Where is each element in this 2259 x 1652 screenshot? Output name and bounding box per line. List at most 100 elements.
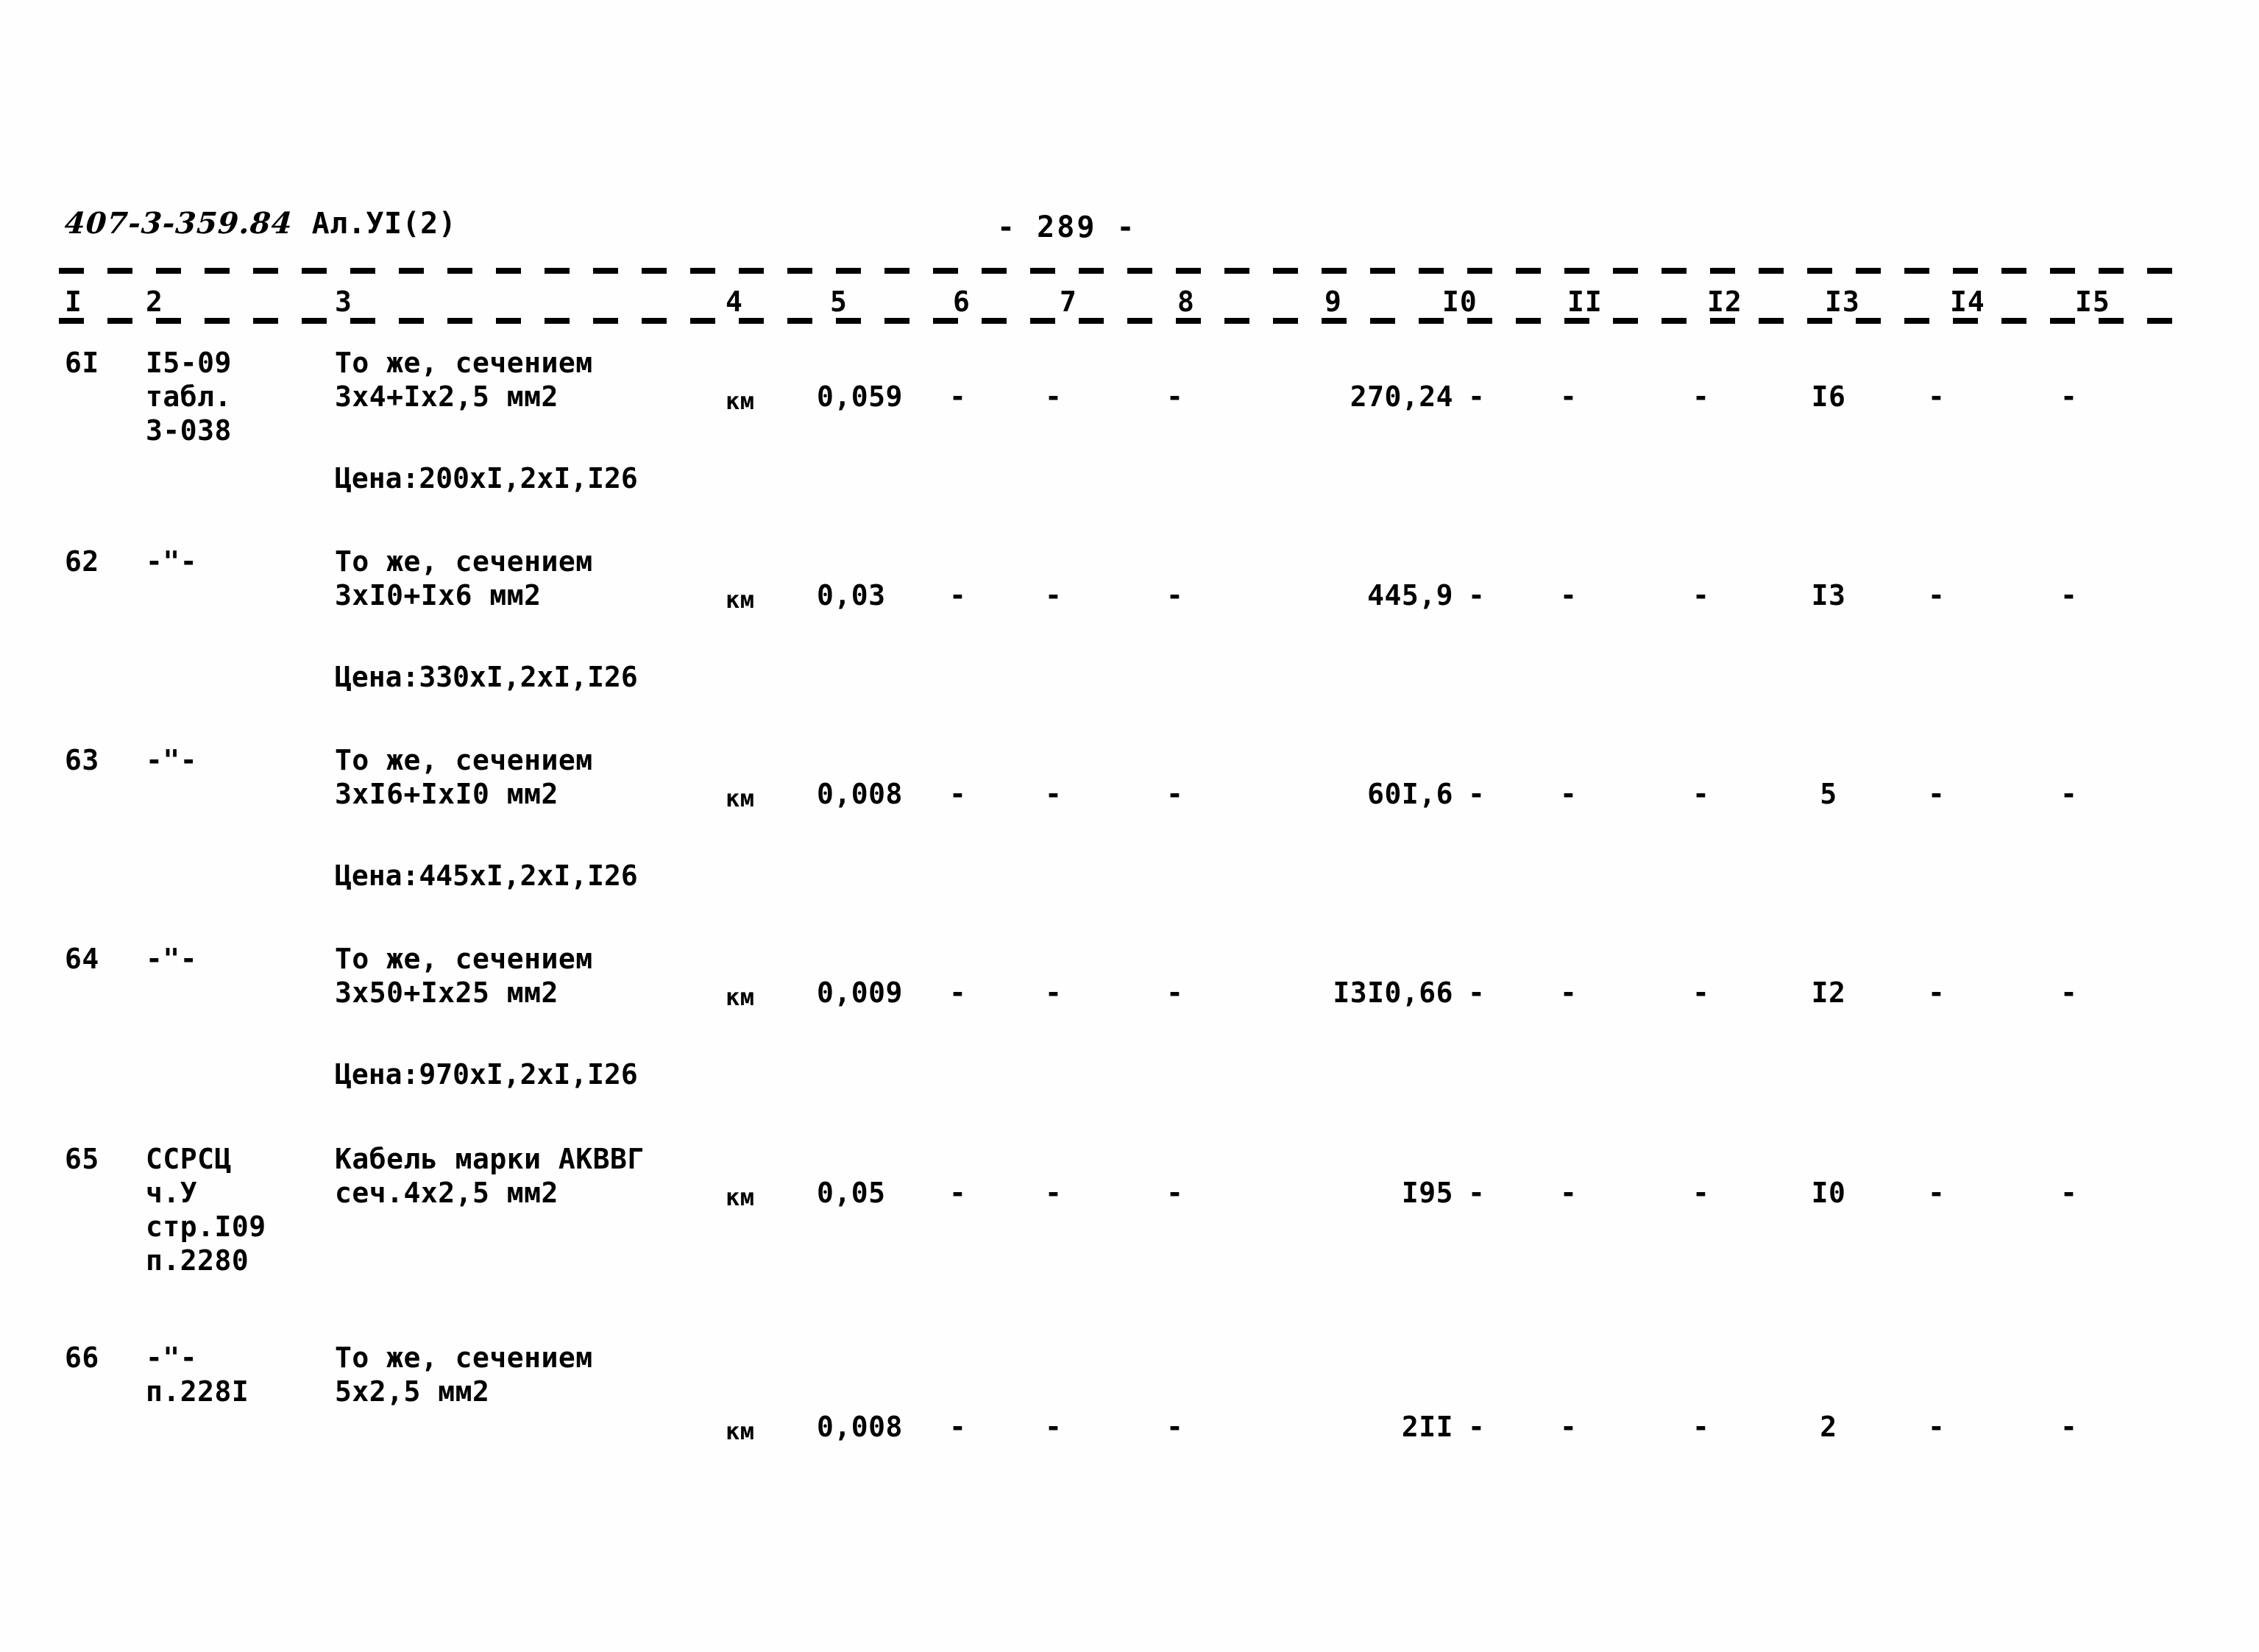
document-page: 407-3-359.84 Ал.УI(2) - 289 - I 2 3 4 5 … bbox=[0, 0, 2259, 1652]
row-source-ref-line-3: стр.I09 bbox=[146, 1210, 266, 1243]
row-description-line-2: 3хI6+IхI0 мм2 bbox=[335, 778, 558, 810]
row-price: 60I,6 bbox=[1367, 778, 1453, 810]
row-unit: км bbox=[726, 1417, 755, 1445]
row-col11: - bbox=[1560, 1411, 1578, 1443]
row-price: 2II bbox=[1401, 1411, 1453, 1443]
row-col6: - bbox=[949, 1411, 967, 1443]
row-number: 63 bbox=[65, 744, 99, 776]
row-quantity: 0,03 bbox=[817, 579, 886, 611]
row-col10: - bbox=[1468, 778, 1486, 810]
row-col14: - bbox=[1928, 579, 1946, 611]
document-header: 407-3-359.84 Ал.УI(2) bbox=[63, 206, 457, 241]
column-header-10: I0 bbox=[1442, 286, 1478, 318]
row-col11: - bbox=[1560, 579, 1578, 611]
row-col8: - bbox=[1166, 976, 1184, 1009]
row-price: 270,24 bbox=[1350, 380, 1453, 413]
row-col7: - bbox=[1045, 1177, 1063, 1209]
row-description-line-2: 5х2,5 мм2 bbox=[335, 1375, 490, 1408]
row-source-ref-line-1: -"- bbox=[146, 545, 198, 578]
row-number: 66 bbox=[65, 1341, 99, 1374]
album-label: Ал.УI(2) bbox=[311, 207, 457, 241]
column-header-3: 3 bbox=[335, 286, 352, 318]
row-price: 445,9 bbox=[1367, 579, 1453, 611]
row-col7: - bbox=[1045, 778, 1063, 810]
column-header-5: 5 bbox=[830, 286, 848, 318]
row-description-line-1: То же, сечением bbox=[335, 744, 593, 776]
row-col12: - bbox=[1692, 778, 1710, 810]
row-col6: - bbox=[949, 380, 967, 413]
row-quantity: 0,008 bbox=[817, 1411, 903, 1443]
row-price-note: Цена:200хI,2хI,I26 bbox=[335, 462, 638, 494]
column-header-11: II bbox=[1567, 286, 1603, 318]
row-col15: - bbox=[2060, 579, 2078, 611]
table-rule-top bbox=[59, 268, 2178, 274]
row-unit: км bbox=[726, 387, 755, 415]
column-header-14: I4 bbox=[1950, 286, 1985, 318]
row-col6: - bbox=[949, 976, 967, 1009]
row-col15: - bbox=[2060, 1411, 2078, 1443]
row-source-ref-line-1: -"- bbox=[146, 943, 198, 975]
row-quantity: 0,008 bbox=[817, 778, 903, 810]
row-price-note: Цена:445хI,2хI,I26 bbox=[335, 859, 638, 892]
row-col15: - bbox=[2060, 778, 2078, 810]
row-description-line-1: То же, сечением bbox=[335, 545, 593, 578]
row-description-line-1: То же, сечением bbox=[335, 347, 593, 379]
row-col14: - bbox=[1928, 1411, 1946, 1443]
row-col11: - bbox=[1560, 976, 1578, 1009]
row-col6: - bbox=[949, 1177, 967, 1209]
row-col13: I0 bbox=[1811, 1177, 1846, 1209]
table-rule-bottom bbox=[59, 318, 2178, 324]
row-col13: I6 bbox=[1811, 380, 1846, 413]
row-col7: - bbox=[1045, 976, 1063, 1009]
column-header-1: I bbox=[65, 286, 82, 318]
row-col14: - bbox=[1928, 976, 1946, 1009]
row-col7: - bbox=[1045, 1411, 1063, 1443]
column-header-2: 2 bbox=[146, 286, 163, 318]
row-price: I95 bbox=[1401, 1177, 1453, 1209]
row-col8: - bbox=[1166, 380, 1184, 413]
column-header-8: 8 bbox=[1177, 286, 1195, 318]
row-col15: - bbox=[2060, 380, 2078, 413]
row-col12: - bbox=[1692, 1411, 1710, 1443]
row-col13: I2 bbox=[1811, 976, 1846, 1009]
row-col10: - bbox=[1468, 579, 1486, 611]
row-unit: км bbox=[726, 983, 755, 1011]
row-col14: - bbox=[1928, 380, 1946, 413]
row-source-ref-line-2: ч.У bbox=[146, 1177, 198, 1209]
row-quantity: 0,059 bbox=[817, 380, 903, 413]
row-col8: - bbox=[1166, 1411, 1184, 1443]
document-code: 407-3-359.84 bbox=[63, 206, 294, 241]
column-header-15: I5 bbox=[2075, 286, 2110, 318]
row-description-line-1: То же, сечением bbox=[335, 943, 593, 975]
row-number: 62 bbox=[65, 545, 99, 578]
row-col8: - bbox=[1166, 1177, 1184, 1209]
row-price-note: Цена:970хI,2хI,I26 bbox=[335, 1058, 638, 1091]
row-col10: - bbox=[1468, 976, 1486, 1009]
row-col14: - bbox=[1928, 778, 1946, 810]
row-unit: км bbox=[726, 1183, 755, 1211]
row-number: 64 bbox=[65, 943, 99, 975]
row-col12: - bbox=[1692, 976, 1710, 1009]
row-source-ref-line-1: ССРСЦ bbox=[146, 1143, 232, 1175]
column-header-6: 6 bbox=[953, 286, 971, 318]
row-col7: - bbox=[1045, 380, 1063, 413]
row-description-line-2: 3хI0+Iх6 мм2 bbox=[335, 579, 542, 611]
column-header-9: 9 bbox=[1324, 286, 1342, 318]
row-col12: - bbox=[1692, 1177, 1710, 1209]
row-col6: - bbox=[949, 579, 967, 611]
row-col15: - bbox=[2060, 1177, 2078, 1209]
row-unit: км bbox=[726, 586, 755, 614]
row-source-ref-line-1: I5-09 bbox=[146, 347, 232, 379]
row-col8: - bbox=[1166, 778, 1184, 810]
row-col11: - bbox=[1560, 380, 1578, 413]
row-source-ref-line-3: 3-038 bbox=[146, 414, 232, 447]
row-col12: - bbox=[1692, 380, 1710, 413]
row-col13: 5 bbox=[1820, 778, 1837, 810]
row-col11: - bbox=[1560, 778, 1578, 810]
column-header-7: 7 bbox=[1060, 286, 1077, 318]
row-quantity: 0,009 bbox=[817, 976, 903, 1009]
row-number: 6I bbox=[65, 347, 99, 379]
row-col15: - bbox=[2060, 976, 2078, 1009]
row-col12: - bbox=[1692, 579, 1710, 611]
row-col8: - bbox=[1166, 579, 1184, 611]
